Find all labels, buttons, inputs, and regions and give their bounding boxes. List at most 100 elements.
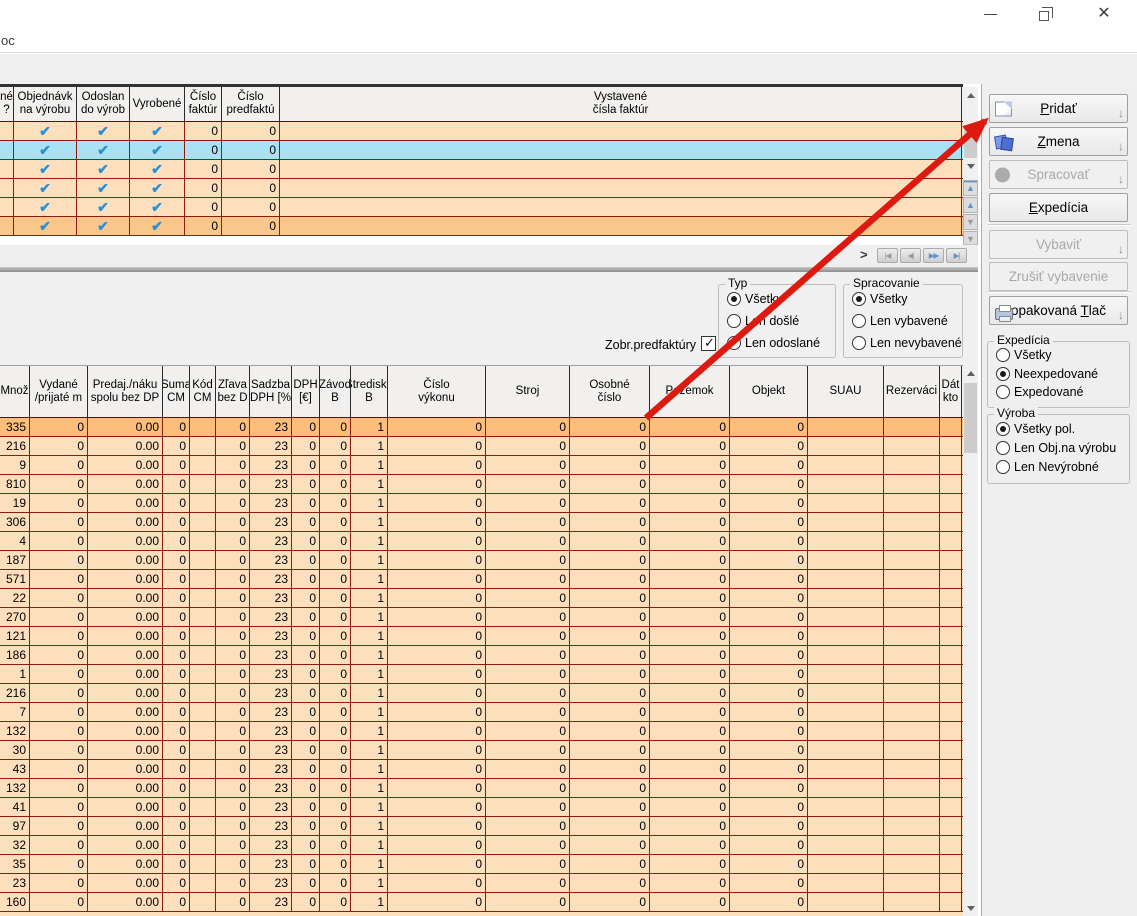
- table-cell: 1: [351, 874, 388, 892]
- table-row[interactable]: 4100.00002300100000: [0, 798, 963, 817]
- table-cell: 0: [30, 703, 88, 721]
- table-cell: 0.00: [88, 437, 163, 455]
- radio-option[interactable]: Všetky: [852, 291, 908, 307]
- radio-option[interactable]: Všetky: [727, 291, 783, 307]
- table-cell: 0: [570, 418, 650, 436]
- dropdown-arrow-icon[interactable]: ↓: [1118, 242, 1124, 256]
- table-row[interactable]: ✔✔✔00: [0, 217, 963, 236]
- dropdown-arrow-icon[interactable]: ↓: [1118, 308, 1124, 322]
- radio-option[interactable]: Len Nevýrobné: [996, 459, 1099, 475]
- table-row[interactable]: 18600.00002300100000: [0, 646, 963, 665]
- table-cell: [280, 160, 962, 178]
- table-cell: [190, 513, 216, 531]
- dropdown-arrow-icon[interactable]: ↓: [1118, 106, 1124, 120]
- table-row[interactable]: 700.00002300100000: [0, 703, 963, 722]
- table-row[interactable]: 3000.00002300100000: [0, 741, 963, 760]
- table-cell: 0: [163, 418, 190, 436]
- table-row[interactable]: ✔✔✔00: [0, 141, 963, 160]
- table-row[interactable]: 3200.00002300100000: [0, 836, 963, 855]
- table-row[interactable]: ✔✔✔00: [0, 179, 963, 198]
- table-row[interactable]: 100.00002300100000: [0, 665, 963, 684]
- record-jump-button[interactable]: ▼: [963, 214, 978, 230]
- pager-arrow-icon[interactable]: >: [860, 247, 868, 262]
- scrollbar-thumb[interactable]: [964, 125, 977, 158]
- table-row[interactable]: 21600.00002300100000: [0, 684, 963, 703]
- pridat-button[interactable]: Pridať↓: [989, 94, 1128, 123]
- radio-option[interactable]: Všetky: [996, 347, 1052, 363]
- table-cell: 0: [388, 456, 486, 474]
- opakovana-tlac-button[interactable]: opakovaná Tlač↓: [989, 296, 1128, 325]
- record-jump-button[interactable]: ▲: [963, 197, 978, 213]
- table-row[interactable]: 9700.00002300100000: [0, 817, 963, 836]
- scroll-down-icon[interactable]: [963, 158, 978, 174]
- radio-option[interactable]: Len Obj.na výrobu: [996, 440, 1116, 456]
- table-row[interactable]: 400.00002300100000: [0, 532, 963, 551]
- predfaktury-checkbox[interactable]: [701, 336, 716, 351]
- table-row[interactable]: 13200.00002300100000: [0, 779, 963, 798]
- table-row[interactable]: ✔✔✔00: [0, 160, 963, 179]
- minimize-button[interactable]: [975, 2, 1005, 26]
- table-cell: 0: [30, 551, 88, 569]
- table-row[interactable]: 33500.00002300100000: [0, 418, 963, 437]
- table-row[interactable]: 2200.00002300100000: [0, 589, 963, 608]
- table-cell: 0: [320, 513, 351, 531]
- scrollbar-thumb[interactable]: [964, 383, 977, 453]
- table-row[interactable]: 4300.00002300100000: [0, 760, 963, 779]
- record-jump-button[interactable]: ▲: [963, 180, 978, 196]
- table-row[interactable]: 27000.00002300100000: [0, 608, 963, 627]
- radio-option[interactable]: Expedované: [996, 384, 1084, 400]
- radio-option[interactable]: Len nevybavené: [852, 335, 962, 351]
- table-cell: 0: [30, 532, 88, 550]
- table-row[interactable]: 2300.00002300100000: [0, 874, 963, 893]
- table-row[interactable]: 18700.00002300100000: [0, 551, 963, 570]
- radio-option[interactable]: Všetky pol.: [996, 421, 1075, 437]
- zmena-button[interactable]: Zmena↓: [989, 127, 1128, 156]
- table-row[interactable]: ✔✔✔00: [0, 122, 963, 141]
- column-header: Dát kto: [940, 366, 962, 417]
- close-button[interactable]: [1089, 2, 1119, 26]
- table-cell: 0: [650, 646, 730, 664]
- table-row[interactable]: 900.00002300100000: [0, 456, 963, 475]
- table-cell: [190, 760, 216, 778]
- scroll-down-icon[interactable]: [963, 900, 978, 916]
- table-cell: 0: [292, 456, 320, 474]
- table-cell: 1: [351, 703, 388, 721]
- expedicia-button[interactable]: Expedícia: [989, 193, 1128, 222]
- table-row[interactable]: 30600.00002300100000: [0, 513, 963, 532]
- pager-button[interactable]: ▶|: [946, 248, 967, 263]
- table-cell: 0: [30, 874, 88, 892]
- dropdown-arrow-icon[interactable]: ↓: [1118, 172, 1124, 186]
- table-row[interactable]: 57100.00002300100000: [0, 570, 963, 589]
- scroll-up-icon[interactable]: [963, 365, 978, 381]
- pager-button[interactable]: ▶▶: [923, 248, 944, 263]
- table-cell: 0: [163, 703, 190, 721]
- table-cell: 0: [320, 798, 351, 816]
- radio-option[interactable]: Len odoslané: [727, 335, 820, 351]
- table-cell: 0: [163, 589, 190, 607]
- table-cell: ✔: [77, 179, 130, 197]
- dropdown-arrow-icon[interactable]: ↓: [1118, 139, 1124, 153]
- table-row[interactable]: 81000.00002300100000: [0, 475, 963, 494]
- table-row[interactable]: 3500.00002300100000: [0, 855, 963, 874]
- table-row[interactable]: 13200.00002300100000: [0, 722, 963, 741]
- scroll-up-icon[interactable]: [963, 87, 978, 103]
- column-header: né ?: [0, 87, 14, 121]
- table-cell: 0: [30, 627, 88, 645]
- table-cell: 0.00: [88, 570, 163, 588]
- radio-option[interactable]: Len došlé: [727, 313, 799, 329]
- column-header: SUAU: [808, 366, 884, 417]
- restore-button[interactable]: [1030, 2, 1060, 26]
- radio-option[interactable]: Len vybavené: [852, 313, 948, 329]
- table-row[interactable]: 21600.00002300100000: [0, 437, 963, 456]
- table-row[interactable]: 1900.00002300100000: [0, 494, 963, 513]
- new-document-icon: [995, 101, 1012, 116]
- table-cell: 0: [486, 741, 570, 759]
- radio-option[interactable]: Neexpedované: [996, 366, 1098, 382]
- table-row[interactable]: ✔✔✔00: [0, 198, 963, 217]
- pager-button[interactable]: ◀|: [900, 248, 921, 263]
- pager-button[interactable]: |◀: [877, 248, 898, 263]
- table-row[interactable]: 12100.00002300100000: [0, 627, 963, 646]
- table-cell: 0.00: [88, 608, 163, 626]
- table-cell: 0: [163, 779, 190, 797]
- table-row[interactable]: 16000.00002300100000: [0, 893, 963, 912]
